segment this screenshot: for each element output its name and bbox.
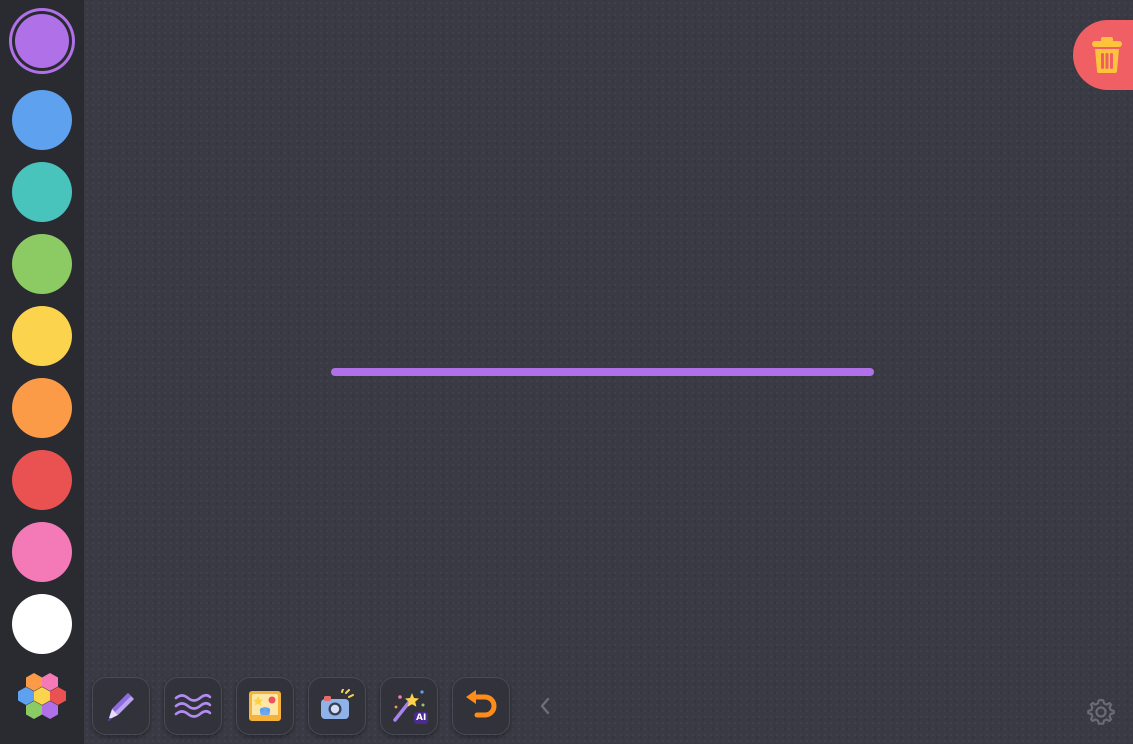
camera-icon <box>321 689 354 719</box>
more-colors-button[interactable] <box>12 666 72 726</box>
settings-button[interactable] <box>1086 697 1116 727</box>
brush-style-tool-button[interactable] <box>164 677 222 735</box>
picture-icon <box>249 691 281 721</box>
drawn-stroke <box>331 368 874 376</box>
color-swatch-blue[interactable] <box>12 90 72 150</box>
pen-icon <box>108 693 134 721</box>
color-swatch-green[interactable] <box>12 234 72 294</box>
color-swatch-purple[interactable] <box>15 14 69 68</box>
gear-icon <box>1087 698 1115 725</box>
sticker-tool-button[interactable] <box>236 677 294 735</box>
color-sidebar <box>0 0 84 744</box>
color-swatch-teal[interactable] <box>12 162 72 222</box>
chevron-left-icon <box>540 697 550 715</box>
hexagon-palette-icon <box>18 673 66 719</box>
trash-icon <box>1092 37 1122 73</box>
ai-magic-tool-button[interactable]: AI <box>380 677 438 735</box>
color-swatch-pink[interactable] <box>12 522 72 582</box>
color-swatch-red[interactable] <box>12 450 72 510</box>
camera-tool-button[interactable] <box>308 677 366 735</box>
color-swatch-orange[interactable] <box>12 378 72 438</box>
undo-tool-button[interactable] <box>452 677 510 735</box>
waves-icon <box>174 693 212 718</box>
pen-tool-button[interactable] <box>92 677 150 735</box>
collapse-toolbar-button[interactable] <box>534 692 556 720</box>
undo-icon <box>466 690 497 718</box>
color-swatch-yellow[interactable] <box>12 306 72 366</box>
color-swatch-white[interactable] <box>12 594 72 654</box>
ai-badge: AI <box>414 712 429 724</box>
